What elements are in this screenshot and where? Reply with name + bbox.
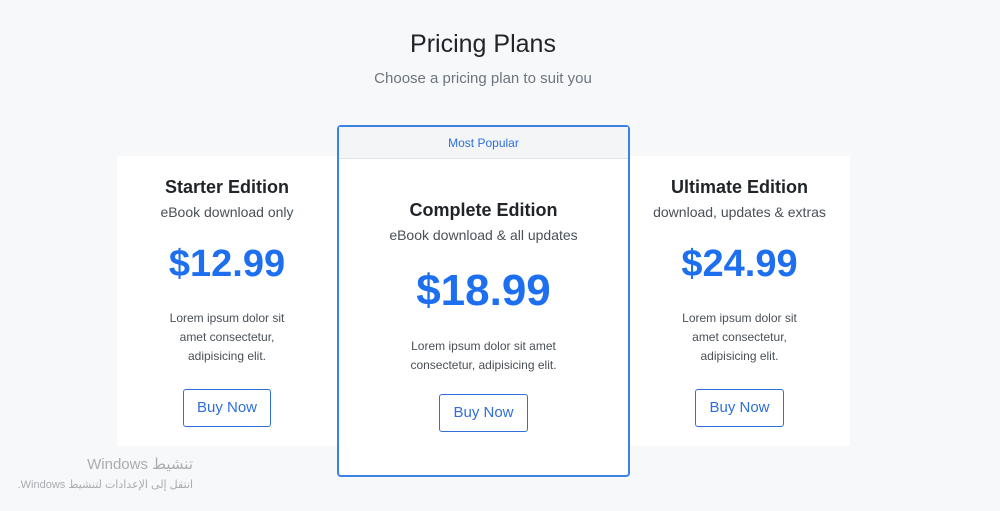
plan-price: $24.99 (681, 243, 798, 285)
plan-name: Starter Edition (164, 177, 289, 197)
plan-subtitle: eBook download only (160, 204, 294, 220)
plan-name: Ultimate Edition (670, 177, 808, 197)
most-popular-badge: Most Popular (339, 127, 628, 159)
pricing-header: Pricing Plans Choose a pricing plan to s… (0, 28, 966, 89)
watermark-subtitle: انتقل إلى الإعدادات لتنشيط Windows. (17, 479, 193, 491)
plan-subtitle: eBook download & all updates (389, 227, 578, 243)
pricing-page: Pricing Plans Choose a pricing plan to s… (0, 0, 1000, 511)
plan-subtitle: download, updates & extras (653, 204, 826, 220)
buy-now-button-complete[interactable]: Buy Now (439, 394, 528, 432)
plan-description: Lorem ipsum dolor sit amet consectetur, … (682, 311, 797, 363)
plan-name: Complete Edition (409, 200, 558, 220)
pricing-card-starter: Starter Edition eBook download only $12.… (117, 156, 337, 446)
windows-activation-watermark: تنشيط Windows انتقل إلى الإعدادات لتنشيط… (0, 456, 193, 493)
watermark-title: تنشيط Windows (87, 456, 193, 473)
plan-description: Lorem ipsum dolor sit amet consectetur, … (410, 339, 557, 372)
plan-price: $18.99 (416, 266, 551, 315)
buy-now-button-ultimate[interactable]: Buy Now (695, 389, 784, 427)
pricing-card-ultimate: Ultimate Edition download, updates & ext… (629, 156, 850, 446)
plan-description: Lorem ipsum dolor sit amet consectetur, … (169, 311, 285, 363)
page-title: Pricing Plans (410, 30, 556, 58)
pricing-card-complete: Most Popular Complete Edition eBook down… (337, 125, 630, 477)
buy-now-button-starter[interactable]: Buy Now (182, 389, 272, 427)
plan-price: $12.99 (168, 243, 286, 285)
page-subtitle: Choose a pricing plan to suit you (374, 70, 592, 87)
